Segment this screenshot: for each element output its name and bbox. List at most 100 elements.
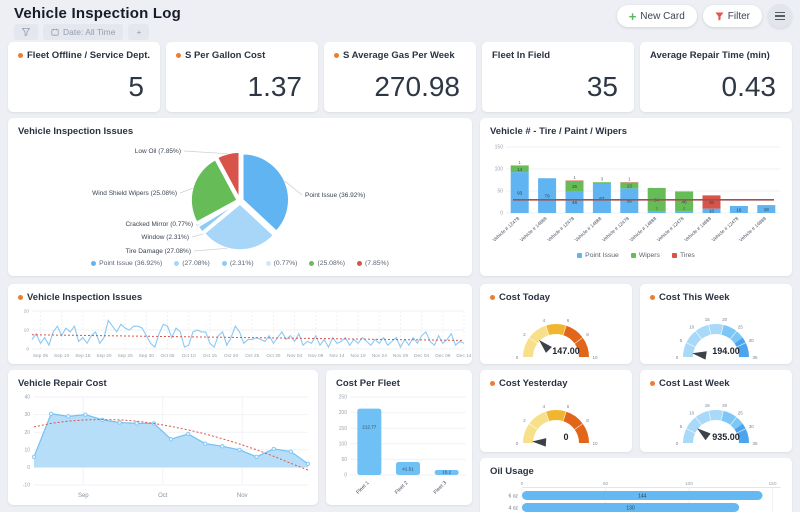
card-cost-per-fleet[interactable]: Cost Per Fleet 050100150200250212.77Flee… [326, 370, 472, 505]
svg-text:30: 30 [749, 338, 755, 343]
svg-text:0: 0 [516, 441, 519, 446]
card-cost-last-week-gauge[interactable]: Cost Last Week 05101520253035935.00 [640, 370, 792, 452]
svg-text:Point Issue (36.92%): Point Issue (36.92%) [305, 192, 365, 199]
svg-text:14: 14 [517, 167, 523, 172]
menu-button[interactable] [768, 4, 792, 28]
svg-text:Nov 24: Nov 24 [372, 353, 388, 359]
kpi-title: Fleet Offline / Service Dept. [27, 50, 150, 61]
card-title: Cost Today [499, 292, 550, 303]
svg-text:Nov 19: Nov 19 [351, 353, 367, 359]
status-dot [176, 53, 181, 58]
kpi-value: 35 [482, 63, 634, 103]
svg-text:Nov 14: Nov 14 [329, 353, 345, 359]
status-dot [650, 295, 655, 300]
pie-legend: Point Issue (36.92%)(27.08%)(2.31%)(0.77… [8, 260, 472, 267]
card-cost-today-gauge[interactable]: Cost Today 0246810147.00 [480, 284, 632, 364]
svg-text:Vehicle # 14888: Vehicle # 14888 [738, 216, 768, 244]
legend-item: (27.08%) [174, 260, 210, 267]
svg-text:150: 150 [339, 426, 348, 432]
svg-text:250: 250 [339, 395, 348, 401]
svg-text:18: 18 [764, 207, 770, 212]
card-vehicle-stacked-bar[interactable]: Vehicle # - Tire / Paint / Wipers 050100… [480, 118, 792, 276]
svg-text:Vehicle # 14888: Vehicle # 14888 [519, 216, 549, 244]
card-title: Cost Last Week [659, 378, 730, 389]
status-dot [18, 53, 23, 58]
filter-funnel-chip[interactable] [14, 24, 38, 40]
svg-text:20: 20 [24, 309, 30, 315]
funnel-icon [22, 28, 30, 36]
svg-text:Window (2.31%): Window (2.31%) [141, 234, 189, 241]
svg-text:Vehicle # 14888: Vehicle # 14888 [683, 216, 713, 244]
kpi-title: S Per Gallon Cost [185, 50, 265, 61]
svg-text:1: 1 [573, 175, 576, 180]
svg-text:Oct 25: Oct 25 [245, 353, 259, 359]
card-title: Vehicle Inspection Issues [18, 126, 133, 137]
svg-text:Fleet 3: Fleet 3 [433, 480, 449, 496]
card-title: Cost Per Fleet [336, 378, 400, 389]
svg-text:194.00: 194.00 [712, 346, 740, 356]
svg-text:13: 13 [627, 183, 633, 188]
svg-text:1: 1 [519, 160, 522, 165]
svg-text:40: 40 [24, 395, 30, 401]
card-title: Cost Yesterday [499, 378, 567, 389]
svg-text:5: 5 [680, 338, 683, 343]
inspection-issues-line-chart: 01020Sep 05Sep 10Sep 15Sep 20Sep 25Sep 3… [8, 305, 472, 363]
kpi-title: S Average Gas Per Week [343, 50, 455, 61]
svg-text:Sep 15: Sep 15 [75, 353, 91, 359]
svg-text:35: 35 [752, 355, 758, 360]
new-card-button[interactable]: + New Card [617, 5, 697, 27]
card-cost-this-week-gauge[interactable]: Cost This Week 05101520253035194.00 [640, 284, 792, 364]
svg-text:Cracked Mirror (0.77%): Cracked Mirror (0.77%) [125, 221, 193, 228]
svg-text:0: 0 [344, 473, 347, 479]
kpi-card-fleet-in-field[interactable]: Fleet In Field 35 [482, 42, 634, 112]
card-title: Vehicle Repair Cost [18, 378, 107, 389]
cost-per-fleet-bar-chart: 050100150200250212.77Fleet 141.51Fleet 2… [326, 391, 472, 504]
inspection-issues-pie-chart: Point Issue (36.92%)Tire Damage (27.08%)… [15, 139, 472, 259]
svg-text:0: 0 [26, 347, 29, 353]
card-cost-yesterday-gauge[interactable]: Cost Yesterday 02468100 [480, 370, 632, 452]
svg-text:20: 20 [722, 317, 728, 322]
svg-text:10: 10 [689, 411, 695, 416]
svg-text:Nov: Nov [237, 493, 248, 499]
kpi-card-avg-gas[interactable]: S Average Gas Per Week 270.98 [324, 42, 476, 112]
svg-text:0: 0 [676, 355, 679, 360]
add-filter-chip[interactable]: + [128, 24, 149, 40]
kpi-title: Fleet In Field [492, 50, 550, 61]
card-oil-usage[interactable]: Oil Usage 0501001501446 oz1304 oz378 oz [480, 458, 792, 512]
date-filter-chip[interactable]: Date: All Time [43, 24, 123, 40]
svg-text:Sep 05: Sep 05 [33, 353, 49, 359]
kpi-card-fleet-offline[interactable]: Fleet Offline / Service Dept. 5 [8, 42, 160, 112]
svg-text:20: 20 [722, 403, 728, 408]
cost-today-gauge: 0246810147.00 [480, 305, 632, 363]
legend-item: Point Issue [577, 252, 619, 259]
svg-text:Vehicle # 14888: Vehicle # 14888 [629, 216, 659, 244]
funnel-icon [715, 12, 724, 21]
svg-text:Sep 10: Sep 10 [54, 353, 70, 359]
date-filter-label: Date: All Time [63, 27, 115, 37]
svg-text:130: 130 [626, 505, 635, 511]
card-vehicle-repair-cost[interactable]: Vehicle Repair Cost -10010203040SepOctNo… [8, 370, 318, 505]
card-title: Cost This Week [659, 292, 730, 303]
kpi-card-per-gallon[interactable]: S Per Gallon Cost 1.37 [166, 42, 318, 112]
svg-text:79: 79 [545, 193, 551, 198]
svg-text:50: 50 [341, 457, 347, 463]
filter-button[interactable]: Filter [703, 5, 762, 27]
svg-text:0: 0 [516, 355, 519, 360]
svg-text:15: 15 [705, 317, 711, 322]
svg-text:100: 100 [495, 167, 504, 173]
svg-text:144: 144 [638, 493, 647, 499]
svg-text:10: 10 [24, 447, 30, 453]
svg-text:10: 10 [709, 209, 715, 214]
kpi-card-avg-repair-time[interactable]: Average Repair Time (min) 0.43 [640, 42, 792, 112]
card-inspection-issues-pie[interactable]: Vehicle Inspection Issues Point Issue (3… [8, 118, 472, 276]
svg-text:41.51: 41.51 [402, 467, 414, 472]
svg-text:935.00: 935.00 [712, 432, 740, 442]
kpi-title: Average Repair Time (min) [650, 50, 770, 61]
card-inspection-issues-line[interactable]: Vehicle Inspection Issues 01020Sep 05Sep… [8, 284, 472, 364]
svg-text:Vehicle # 14888: Vehicle # 14888 [574, 216, 604, 244]
svg-text:10: 10 [24, 328, 30, 334]
legend-item: (25.08%) [309, 260, 345, 267]
filter-chip-row: Date: All Time + [14, 24, 149, 40]
svg-text:Nov 04: Nov 04 [287, 353, 303, 359]
svg-text:Fleet 1: Fleet 1 [355, 480, 371, 496]
